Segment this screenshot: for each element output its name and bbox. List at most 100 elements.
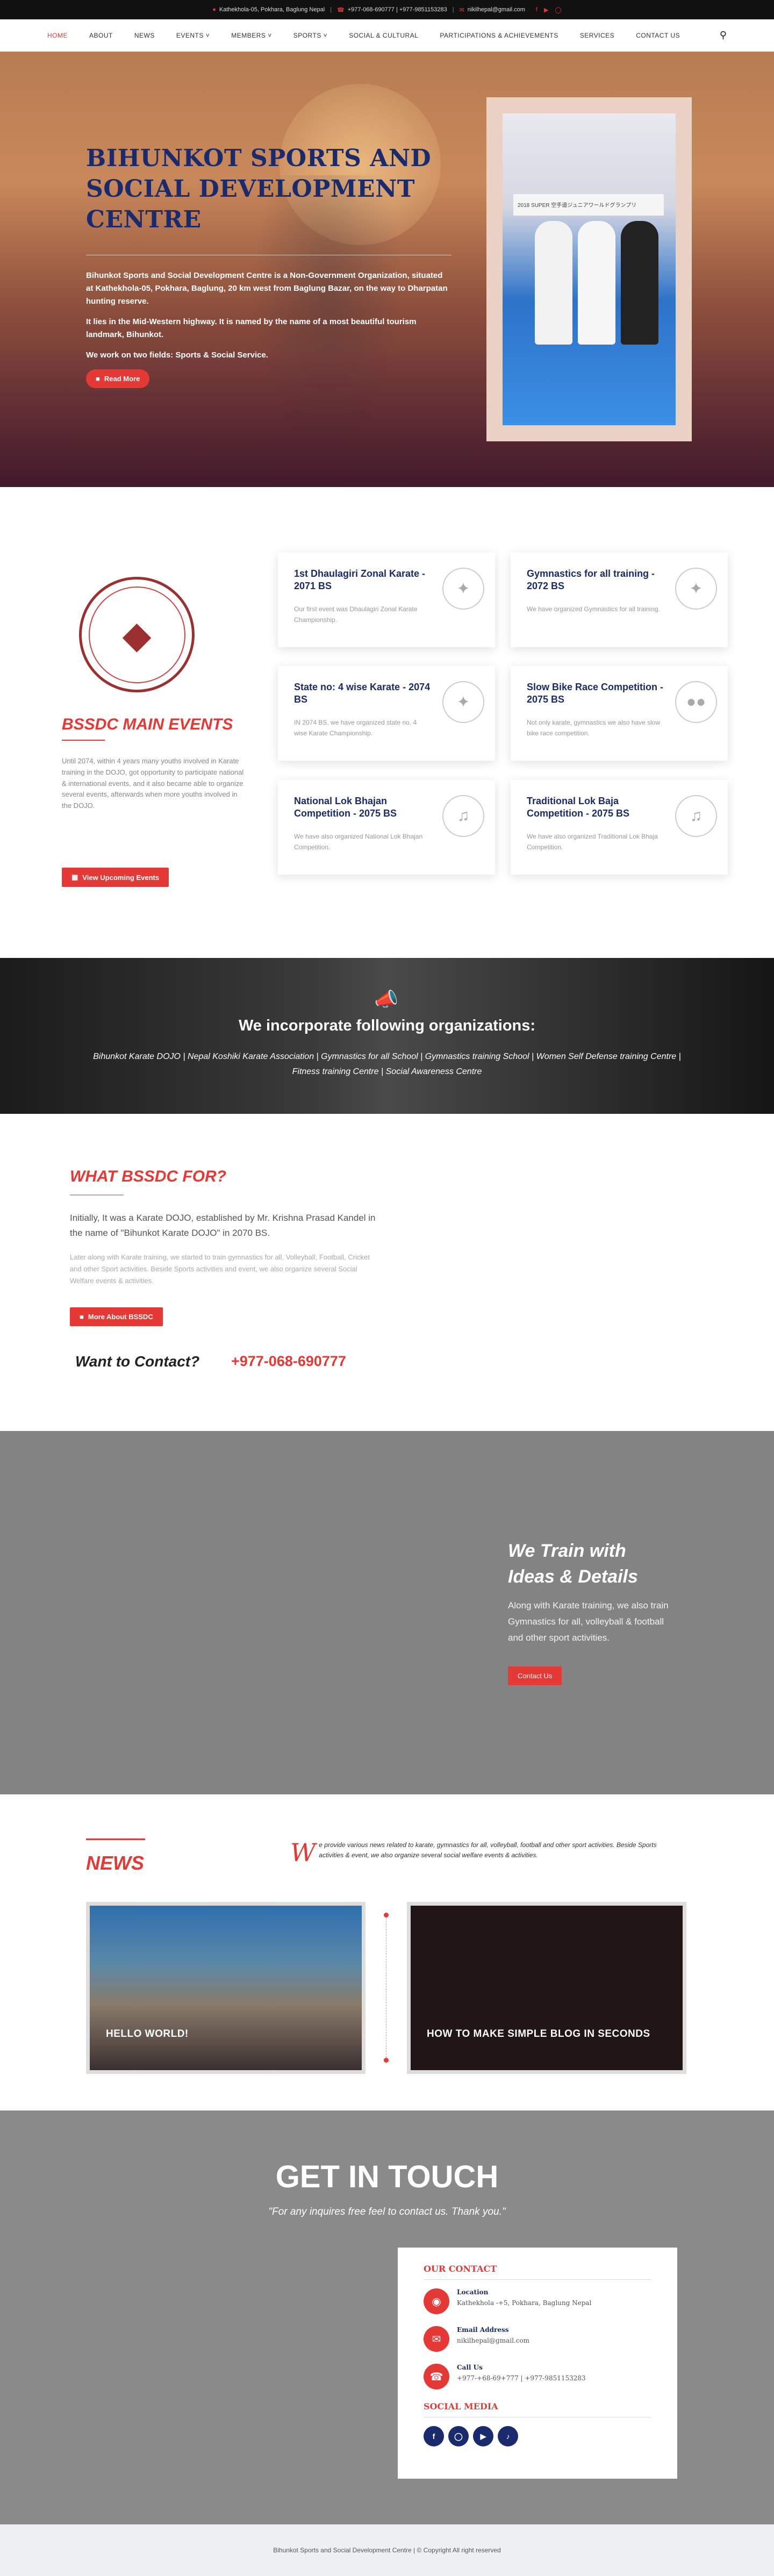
map-marker-icon: ● [212, 6, 216, 13]
get-in-touch-heading: GET IN TOUCH [275, 2159, 499, 2194]
about-heading: WHAT BSSDC FOR? [70, 1168, 227, 1185]
megaphone-icon: 📣 [374, 988, 398, 1010]
view-upcoming-events-button[interactable]: ▦ View Upcoming Events [62, 868, 169, 887]
youtube-icon[interactable]: ▶ [473, 2426, 493, 2446]
want-to-contact-label: Want to Contact? [75, 1353, 200, 1370]
nav-item-home[interactable]: HOME [47, 32, 68, 39]
hero-section: BIHUNKOT SPORTS AND SOCIAL DEVELOPMENT C… [0, 52, 774, 487]
event-card[interactable]: National Lok Bhajan Competition - 2075 B… [278, 780, 495, 875]
karate-icon: ✦ [442, 568, 484, 610]
envelope-icon: ✉ [424, 2326, 449, 2352]
event-card[interactable]: Gymnastics for all training - 2072 BS We… [511, 553, 728, 647]
event-card[interactable]: Slow Bike Race Competition - 2075 BS Not… [511, 666, 728, 761]
nav-item-sports[interactable]: SPORTS ˅ [293, 32, 327, 39]
location-value: Kathekhola -+5, Pokhara, Baglung Nepal [457, 2299, 592, 2307]
search-icon[interactable]: ⚲ [720, 30, 727, 41]
nav-item-social-cultural[interactable]: SOCIAL & CULTURAL [349, 32, 418, 39]
divider: | [452, 6, 454, 13]
train-section: We Train with Ideas & Details Along with… [0, 1431, 774, 1794]
read-more-button[interactable]: ■ Read More [86, 369, 150, 388]
event-card-title: State no: 4 wise Karate - 2074 BS [294, 682, 431, 705]
topbar-address: Kathekhola-05, Pokhara, Baglung Nepal [219, 6, 325, 13]
train-heading: We Train with Ideas & Details [508, 1541, 638, 1587]
about-detail: Later along with Karate training, we sta… [70, 1253, 370, 1285]
news-intro-dropcap: W [290, 1838, 316, 1867]
photo-banner-text: 2018 SUPER 空手道ジュニアワールドグランプリ [518, 203, 637, 209]
tiktok-icon[interactable]: ♪ [498, 2426, 518, 2446]
news-post-card[interactable]: HOW TO MAKE SIMPLE BLOG IN SECONDS [407, 1902, 686, 2074]
news-post-title[interactable]: HOW TO MAKE SIMPLE BLOG IN SECONDS [427, 2028, 650, 2040]
nav-item-events[interactable]: EVENTS ˅ [176, 32, 210, 39]
more-about-button[interactable]: ■ More About BSSDC [70, 1307, 163, 1326]
news-heading: NEWS [86, 1852, 144, 1874]
email-value[interactable]: nikilhepal@gmail.com [457, 2337, 529, 2344]
contact-location-row: ◉ Location Kathekhola -+5, Pokhara, Bagl… [424, 2288, 651, 2314]
more-about-label: More About BSSDC [88, 1313, 153, 1321]
timeline-dot [384, 2058, 389, 2063]
nav-item-about[interactable]: ABOUT [89, 32, 113, 39]
main-nav: HOME ABOUT NEWS EVENTS ˅ MEMBERS ˅ SPORT… [0, 19, 774, 52]
hero-paragraph-1: Bihunkot Sports and Social Development C… [86, 270, 448, 306]
facebook-icon[interactable]: f [536, 6, 538, 13]
nav-item-services[interactable]: SERVICES [580, 32, 614, 39]
hero-content: BIHUNKOT SPORTS AND SOCIAL DEVELOPMENT C… [86, 143, 452, 388]
info-icon: ■ [80, 1313, 84, 1321]
event-card[interactable]: Traditional Lok Baja Competition - 2075 … [511, 780, 728, 875]
nav-item-members[interactable]: MEMBERS ˅ [231, 32, 272, 39]
our-contact-heading: OUR CONTACT [424, 2264, 497, 2274]
news-post-card[interactable]: HELLO WORLD! [86, 1902, 366, 2074]
nav-item-participations[interactable]: PARTICIPATIONS & ACHIEVEMENTS [440, 32, 558, 39]
event-card-title: Slow Bike Race Competition - 2075 BS [527, 682, 664, 705]
phone-icon: ☎ [424, 2364, 449, 2389]
news-intro: W e provide various news related to kara… [290, 1840, 683, 1865]
news-post-title[interactable]: HELLO WORLD! [106, 2028, 189, 2040]
top-bar: ● Kathekhola-05, Pokhara, Baglung Nepal … [0, 0, 774, 19]
karate-icon: ✦ [442, 681, 484, 723]
instagram-icon[interactable]: ◯ [448, 2426, 469, 2446]
instagram-icon[interactable]: ◯ [555, 6, 561, 13]
bicycle-icon: ●● [675, 681, 717, 723]
about-section: WHAT BSSDC FOR? Initially, It was a Kara… [0, 1114, 774, 1431]
event-card-text: We have also organized National Lok Bhaj… [294, 832, 423, 851]
topbar-phones[interactable]: +977-068-690777 | +977-9851153283 [348, 6, 447, 13]
book-icon: ■ [96, 374, 100, 383]
events-description: Until 2074, within 4 years many youths i… [62, 757, 244, 810]
event-card-text: We have organized Gymnastics for all tra… [527, 605, 660, 613]
event-card-title: National Lok Bhajan Competition - 2075 B… [294, 796, 397, 819]
phone-icon: ☎ [337, 6, 345, 13]
event-card-text: We have also organized Traditional Lok B… [527, 832, 658, 851]
read-more-label: Read More [104, 374, 140, 383]
contact-email-row: ✉ Email Address nikilhepal@gmail.com [424, 2326, 651, 2352]
music-icon: ♫ [675, 795, 717, 837]
call-label: Call Us [457, 2364, 483, 2371]
event-card-text: IN 2074 BS, we have organized state no. … [294, 718, 417, 738]
divider [424, 2279, 651, 2280]
topbar-email[interactable]: nikilhepal@gmail.com [468, 6, 525, 13]
hero-photo: 2018 SUPER 空手道ジュニアワールドグランプリ [503, 113, 676, 425]
train-text: Along with Karate training, we also trai… [508, 1600, 669, 1643]
hero-title: BIHUNKOT SPORTS AND SOCIAL DEVELOPMENT C… [86, 145, 432, 234]
social-media-links: f ◯ ▶ ♪ [424, 2426, 651, 2446]
calendar-icon: ▦ [71, 873, 78, 881]
facebook-icon[interactable]: f [424, 2426, 444, 2446]
envelope-icon: ✉ [459, 6, 464, 13]
email-label: Email Address [457, 2326, 509, 2334]
organizations-heading: We incorporate following organizations: [238, 1017, 536, 1034]
event-card[interactable]: 1st Dhaulagiri Zonal Karate - 2071 BS Ou… [278, 553, 495, 647]
contact-us-button[interactable]: Contact Us [508, 1666, 562, 1685]
call-value[interactable]: +977-+68-69+777 | +977-9851153283 [457, 2374, 586, 2382]
photo-person [578, 221, 615, 345]
contact-phone-link[interactable]: +977-068-690777 [231, 1353, 346, 1370]
events-heading-underline [62, 740, 105, 741]
nav-menu: HOME ABOUT NEWS EVENTS ˅ MEMBERS ˅ SPORT… [47, 32, 720, 39]
photo-person [621, 221, 658, 345]
youtube-icon[interactable]: ▶ [544, 6, 548, 13]
get-in-touch-section: GET IN TOUCH "For any inquires free feel… [0, 2110, 774, 2524]
social-links: f ▶ ◯ [536, 6, 562, 13]
about-lead: Initially, It was a Karate DOJO, establi… [70, 1213, 376, 1239]
nav-item-news[interactable]: NEWS [134, 32, 155, 39]
nav-item-contact[interactable]: CONTACT US [636, 32, 680, 39]
get-in-touch-subtitle: "For any inquires free feel to contact u… [268, 2206, 506, 2217]
event-card[interactable]: State no: 4 wise Karate - 2074 BS IN 207… [278, 666, 495, 761]
view-upcoming-events-label: View Upcoming Events [82, 873, 160, 882]
